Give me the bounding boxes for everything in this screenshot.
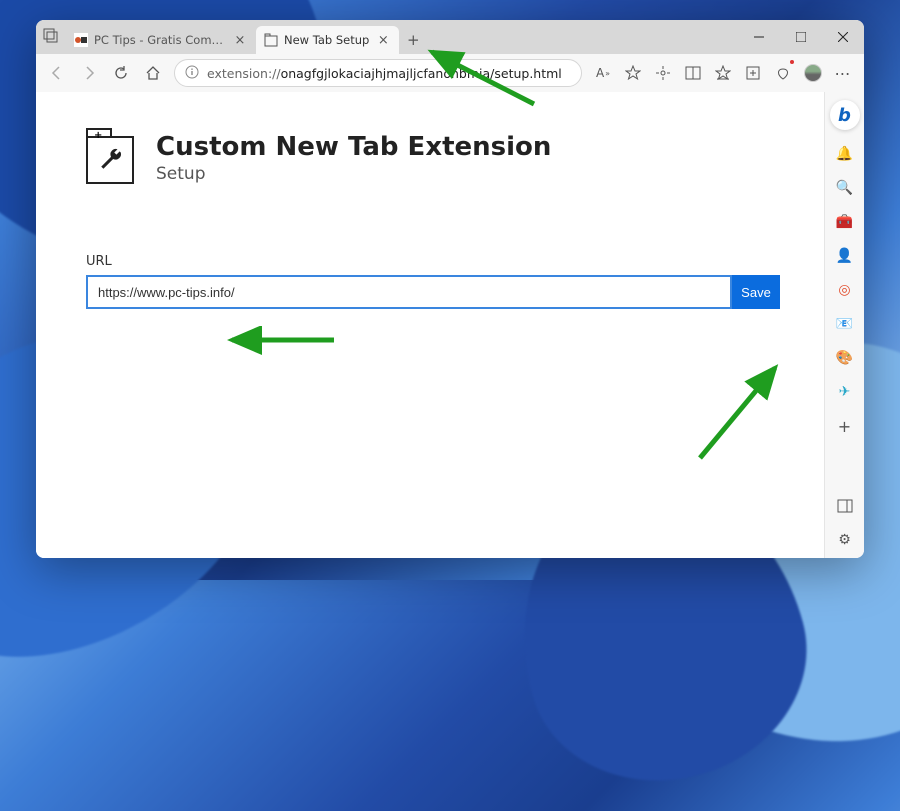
url-field-label: URL [86, 254, 780, 269]
tab-actions-button[interactable] [36, 20, 66, 50]
window-controls [738, 20, 864, 54]
tab-active[interactable]: New Tab Setup × [256, 26, 399, 54]
reader-sup: » [605, 69, 610, 78]
games-icon[interactable]: 👤 [835, 246, 855, 266]
edge-sidebar: b 🔔 🔍 🧰 👤 ◎ 📧 🎨 ✈ + ⚙ [824, 92, 864, 558]
page-subtitle: Setup [156, 164, 551, 184]
office-icon[interactable]: ◎ [835, 280, 855, 300]
add-sidebar-button[interactable]: + [835, 416, 855, 436]
tab-title: PC Tips - Gratis Computer Tips… [94, 33, 226, 47]
outlook-icon[interactable]: 📧 [835, 314, 855, 334]
sidebar-settings-button[interactable]: ⚙ [835, 530, 855, 550]
hide-sidebar-button[interactable] [835, 496, 855, 516]
more-button[interactable]: ⋯ [828, 58, 858, 88]
avatar [804, 64, 822, 82]
refresh-button[interactable] [106, 58, 136, 88]
tab-strip: PC Tips - Gratis Computer Tips… × New Ta… [36, 20, 864, 54]
collections-button[interactable] [738, 58, 768, 88]
bing-icon: b [835, 105, 855, 125]
url-input[interactable] [86, 275, 732, 309]
url-text: extension://onagfgjlokaciajhjmajljcfanon… [207, 66, 562, 81]
site-info-icon[interactable] [185, 65, 199, 82]
profile-button[interactable] [798, 58, 828, 88]
notifications-icon[interactable]: 🔔 [835, 144, 855, 164]
close-icon[interactable]: × [375, 33, 391, 48]
tab-title: New Tab Setup [284, 33, 369, 47]
extensions-puzzle-button[interactable] [648, 58, 678, 88]
page-content: + Custom New Tab Extension Setup URL Sav… [36, 92, 824, 558]
save-button[interactable]: Save [732, 275, 780, 309]
extension-favicon [264, 33, 278, 47]
split-screen-button[interactable] [678, 58, 708, 88]
browser-window: PC Tips - Gratis Computer Tips… × New Ta… [36, 20, 864, 558]
bing-button[interactable]: b [830, 100, 860, 130]
maximize-button[interactable] [780, 20, 822, 54]
page-title: Custom New Tab Extension [156, 132, 551, 162]
omnibox[interactable]: extension://onagfgjlokaciajhjmajljcfanon… [174, 59, 582, 87]
image-creator-icon[interactable]: 🎨 [835, 348, 855, 368]
drop-icon[interactable]: ✈ [835, 382, 855, 402]
search-icon[interactable]: 🔍 [835, 178, 855, 198]
extension-logo-icon: + [86, 136, 134, 184]
home-button[interactable] [138, 58, 168, 88]
back-button[interactable] [42, 58, 72, 88]
favorite-star-button[interactable] [618, 58, 648, 88]
notification-dot [790, 60, 794, 64]
address-bar: extension://onagfgjlokaciajhjmajljcfanon… [36, 54, 864, 92]
close-icon[interactable]: × [232, 33, 248, 48]
minimize-button[interactable] [738, 20, 780, 54]
url-form: URL Save [86, 254, 780, 309]
new-tab-button[interactable]: + [399, 26, 427, 54]
read-aloud-button[interactable]: A» [588, 58, 618, 88]
tools-icon[interactable]: 🧰 [835, 212, 855, 232]
browser-essentials-button[interactable] [768, 58, 798, 88]
forward-button[interactable] [74, 58, 104, 88]
tab-inactive[interactable]: PC Tips - Gratis Computer Tips… × [66, 26, 256, 54]
reader-label: A [596, 66, 604, 80]
close-window-button[interactable] [822, 20, 864, 54]
favorites-button[interactable] [708, 58, 738, 88]
pc-tips-favicon [74, 33, 88, 47]
